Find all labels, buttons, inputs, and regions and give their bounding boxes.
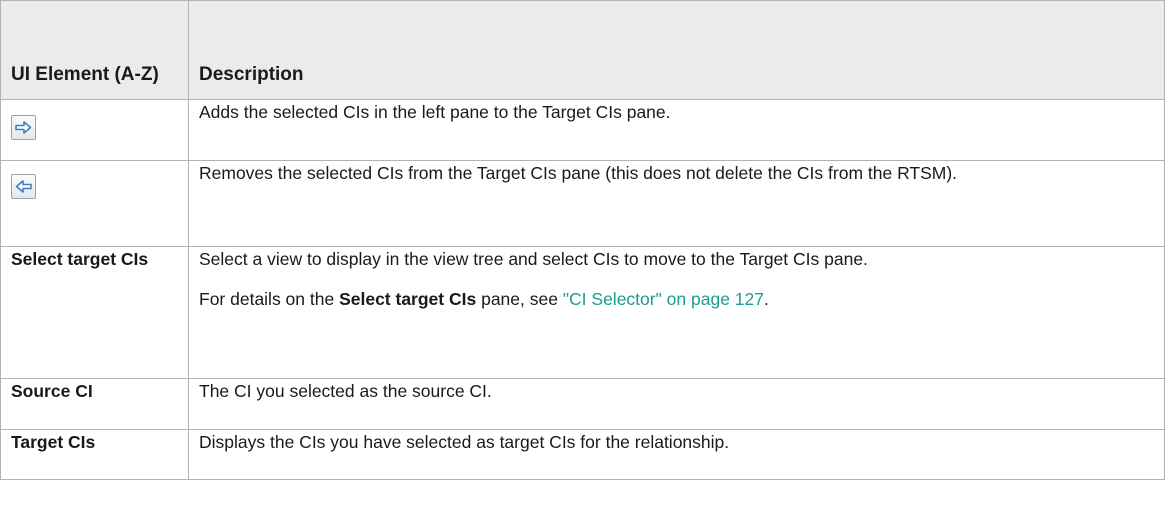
description-cell: Removes the selected CIs from the Target…: [188, 160, 1165, 247]
details-text: For details on the Select target CIs pan…: [199, 287, 1154, 312]
element-cell: Source CI: [0, 378, 189, 430]
arrow-right-icon: [11, 115, 36, 140]
description-cell: Select a view to display in the view tre…: [188, 246, 1165, 379]
table-header-row: UI Element (A-Z) Description: [0, 0, 1165, 100]
table-row: Source CI The CI you selected as the sou…: [0, 378, 1165, 430]
element-cell: Select target CIs: [0, 246, 189, 379]
element-cell: Target CIs: [0, 429, 189, 480]
ci-selector-link[interactable]: "CI Selector" on page 127: [563, 289, 764, 309]
ui-element-table: UI Element (A-Z) Description Adds the se…: [0, 0, 1165, 480]
element-label: Source CI: [11, 381, 93, 401]
arrow-left-icon: [11, 174, 36, 199]
table-row: Removes the selected CIs from the Target…: [0, 160, 1165, 247]
element-label: Target CIs: [11, 432, 96, 452]
description-cell: The CI you selected as the source CI.: [188, 378, 1165, 430]
table-row: Target CIs Displays the CIs you have sel…: [0, 429, 1165, 480]
details-bold: Select target CIs: [339, 289, 477, 309]
table-row: Adds the selected CIs in the left pane t…: [0, 99, 1165, 161]
details-mid: pane, see: [476, 289, 563, 309]
details-prefix: For details on the: [199, 289, 340, 309]
header-description: Description: [188, 0, 1165, 100]
element-cell: [0, 99, 189, 161]
header-ui-element: UI Element (A-Z): [0, 0, 189, 100]
description-cell: Displays the CIs you have selected as ta…: [188, 429, 1165, 480]
details-suffix: .: [764, 289, 769, 309]
description-cell: Adds the selected CIs in the left pane t…: [188, 99, 1165, 161]
table-row: Select target CIs Select a view to displ…: [0, 246, 1165, 379]
element-label: Select target CIs: [11, 249, 149, 269]
description-text: Select a view to display in the view tre…: [199, 249, 868, 269]
element-cell: [0, 160, 189, 247]
